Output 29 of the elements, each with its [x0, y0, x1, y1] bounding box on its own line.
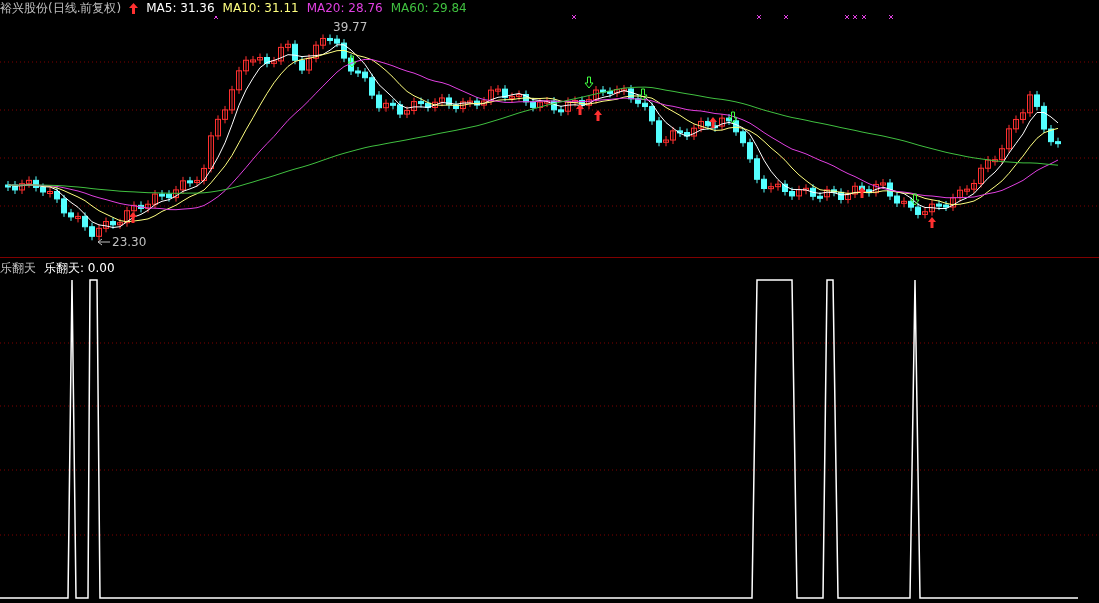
up-arrow-icon — [129, 212, 137, 223]
moving-average-value: MA10: 31.11 — [222, 0, 299, 16]
cross-mark-icon — [783, 14, 789, 20]
up-arrow-icon — [129, 2, 139, 14]
cross-mark-icon — [861, 14, 867, 20]
moving-average-value: MA5: 31.36 — [146, 0, 215, 16]
cross-mark-icon — [852, 14, 858, 20]
up-arrow-icon — [594, 110, 602, 121]
low-price-label: 23.30 — [112, 235, 147, 249]
indicator-value: 乐翻天: 0.00 — [44, 260, 115, 276]
left-arrow-icon — [97, 238, 111, 246]
moving-average-value: MA60: 29.84 — [390, 0, 467, 16]
down-arrow-icon — [728, 111, 738, 124]
down-arrow-icon — [347, 55, 357, 68]
indicator-title: 乐翻天 — [0, 260, 36, 276]
cross-mark-icon — [756, 14, 762, 20]
up-arrow-icon — [709, 117, 717, 128]
cross-mark-icon — [844, 14, 850, 20]
down-arrow-icon — [910, 193, 920, 206]
down-arrow-icon — [638, 88, 648, 101]
moving-average-value: MA20: 28.76 — [306, 0, 383, 16]
down-arrow-icon — [584, 76, 594, 89]
cross-mark-icon — [888, 14, 894, 20]
chart-title: 裕兴股份(日线.前复权) — [0, 0, 122, 16]
up-arrow-icon — [576, 104, 584, 115]
cross-mark-icon — [571, 14, 577, 20]
high-price-label: 39.77 — [333, 20, 368, 34]
up-arrow-icon — [928, 217, 936, 228]
up-arrow-icon — [858, 187, 866, 198]
